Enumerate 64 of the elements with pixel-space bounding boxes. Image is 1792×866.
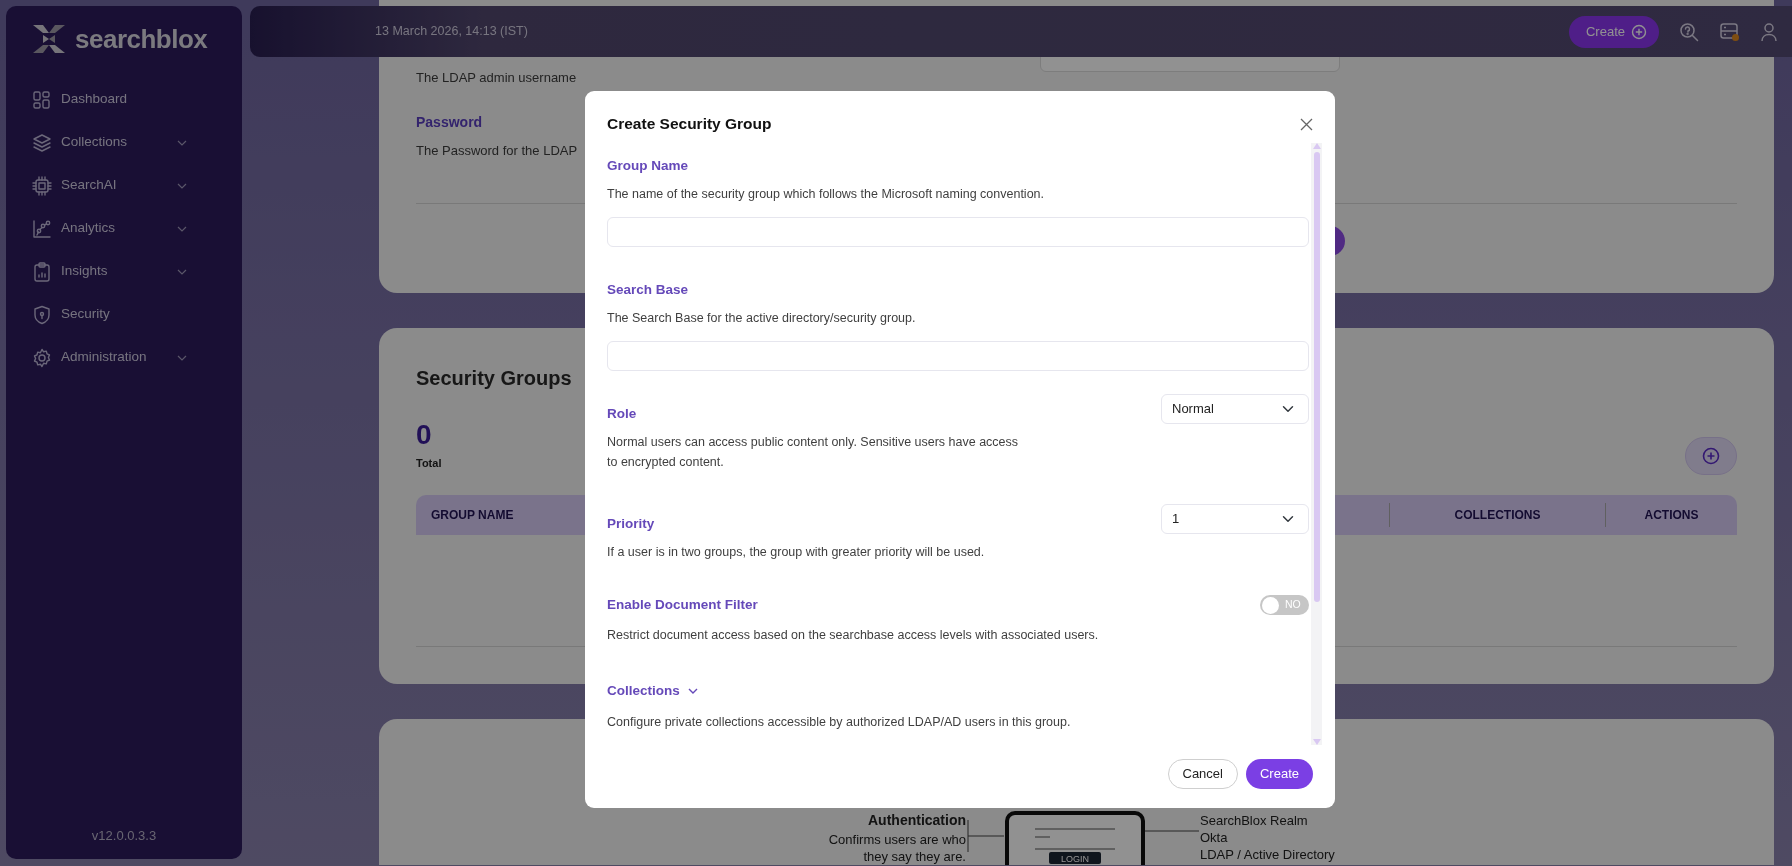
caption-text: they say they are. [863, 848, 966, 865]
help-text: Restrict document access based on the searchbase access levels with associated users. [607, 627, 1100, 644]
field-label: Priority [607, 515, 656, 533]
column-header: GROUP NAME [431, 507, 514, 522]
help-text: Normal users can access public content only. Sensitive users have access to encrypted content. [607, 434, 1020, 471]
clipboard-icon [32, 261, 52, 282]
sidebar-item[interactable]: Administration [6, 336, 242, 379]
shield-icon [32, 304, 52, 325]
phone-drawing: LOGIN [1005, 811, 1145, 865]
add-button[interactable] [1685, 436, 1737, 475]
close-button[interactable] [1300, 117, 1313, 131]
version-text: v12.0.0.3.3 [90, 826, 158, 845]
create-button[interactable]: Create [1568, 15, 1659, 48]
dashboard-icon [32, 89, 52, 110]
sidebar-item[interactable]: Insights [6, 250, 242, 293]
server-icon[interactable] [1719, 21, 1740, 42]
sidebar-item[interactable]: Dashboard [6, 78, 242, 121]
field-label: Role [607, 405, 638, 423]
column-header: COLLECTIONS [1389, 502, 1605, 527]
dropdown[interactable]: Normal [1161, 394, 1309, 424]
chart-icon [32, 218, 52, 239]
plus-circle-icon [1631, 23, 1647, 40]
caption-text: Confirms users are who [828, 831, 966, 848]
help-text: The name of the security group which follows the Microsoft naming convention. [607, 186, 1046, 203]
sidebar-item[interactable]: Collections [6, 121, 242, 164]
user-icon[interactable] [1760, 21, 1778, 42]
field-label: Group Name [607, 157, 689, 175]
help-text: The LDAP admin username [416, 69, 577, 87]
section-toggle[interactable]: Collections [607, 681, 698, 701]
gear-icon [32, 347, 52, 368]
sidebar-item[interactable]: Security [6, 293, 242, 336]
help-text: The Password for the LDAP [416, 141, 578, 160]
sidebar-item[interactable]: Analytics [6, 207, 242, 250]
help-text: Configure private collections accessible by authorized LDAP/AD users in this group. [607, 714, 1072, 731]
provider-text: SearchBlox Realm [1200, 812, 1308, 829]
close-icon [1300, 117, 1313, 131]
illustration-title: Authentication [868, 812, 966, 829]
sidebar-item[interactable]: SearchAI [6, 164, 242, 207]
field-label: Password [416, 112, 483, 132]
layers-icon [32, 132, 52, 153]
logo-text: searchblox [75, 22, 208, 56]
field-label: Search Base [607, 281, 690, 299]
date-time-text: 13 March 2026, 14:13 (IST) [375, 23, 529, 41]
help-search-icon[interactable] [1679, 21, 1699, 42]
provider-text: LDAP / Active Directory [1200, 846, 1335, 863]
count-label: Total [416, 456, 442, 471]
help-text: If a user is in two groups, the group with greater priority will be used. [607, 544, 986, 561]
chevron-down-icon [687, 688, 698, 694]
provider-text: Okta [1200, 829, 1228, 846]
connector-line [966, 819, 1005, 853]
create-button[interactable]: Create [1245, 759, 1313, 789]
dropdown[interactable]: 1 [1161, 504, 1309, 534]
field-label: Enable Document Filter [607, 596, 758, 614]
dialog-title: Create Security Group [607, 114, 772, 134]
chip-icon [32, 175, 52, 196]
count-value: 0 [416, 421, 433, 449]
help-text: The Search Base for the active directory/security group. [607, 310, 917, 327]
section-title: Security Groups [416, 366, 572, 391]
column-header: ACTIONS [1605, 502, 1737, 527]
connector-line [1145, 830, 1200, 832]
plus-circle-icon [1702, 446, 1720, 465]
input-field[interactable] [607, 217, 1309, 247]
input-field[interactable] [607, 341, 1309, 371]
cancel-button[interactable]: Cancel [1167, 759, 1238, 789]
